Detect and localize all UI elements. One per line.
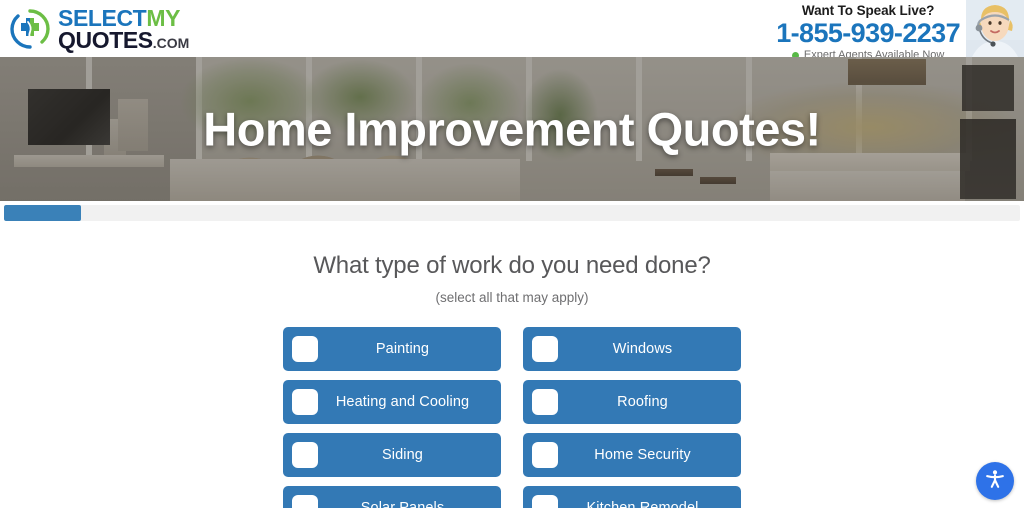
option-button[interactable]: Siding	[283, 433, 501, 477]
circular-swirl-cross-logo-icon	[8, 7, 52, 51]
options-grid: Painting Windows Heating and Cooling Roofin…	[283, 327, 741, 508]
logo-wordmark: SELECTMY QUOTES.COM	[58, 6, 189, 51]
progress-bar-wrapper	[0, 201, 1024, 221]
survey-form: What type of work do you need done? (sel…	[0, 221, 1024, 508]
option-label: Roofing	[617, 394, 668, 410]
speak-live-label: Want To Speak Live?	[801, 3, 935, 18]
logo-text-quotes: QUOTES	[58, 27, 153, 53]
accessibility-person-icon	[983, 467, 1007, 496]
phone-block: Want To Speak Live? 1-855-939-2237 Exper…	[776, 0, 966, 57]
option-label: Heating and Cooling	[335, 394, 470, 410]
option-label: Solar Panels	[360, 500, 445, 508]
option-checkbox[interactable]	[292, 495, 318, 508]
option-button[interactable]: Solar Panels	[283, 486, 501, 508]
option-label: Siding	[382, 447, 423, 463]
option-checkbox[interactable]	[292, 442, 318, 468]
landing-page: SELECTMY QUOTES.COM Want To Speak Live? …	[0, 0, 1024, 508]
header-contact-block: Want To Speak Live? 1-855-939-2237 Exper…	[776, 0, 1024, 57]
phone-number-link[interactable]: 1-855-939-2237	[776, 19, 960, 48]
option-button[interactable]: Kitchen Remodel	[523, 486, 741, 508]
logo-text-com: .COM	[152, 35, 190, 51]
option-label: Kitchen Remodel	[586, 500, 699, 508]
hero-title: Home Improvement Quotes!	[203, 102, 821, 156]
option-checkbox[interactable]	[532, 442, 558, 468]
option-label: Windows	[612, 341, 673, 357]
option-checkbox[interactable]	[532, 336, 558, 362]
option-button[interactable]: Roofing	[523, 380, 741, 424]
progress-fill	[4, 205, 82, 221]
agents-availability-text: Expert Agents Available Now	[803, 49, 945, 57]
option-label: Painting	[375, 341, 430, 357]
site-header: SELECTMY QUOTES.COM Want To Speak Live? …	[0, 0, 1024, 57]
question-subnote: (select all that may apply)	[435, 290, 589, 305]
option-button[interactable]: Home Security	[523, 433, 741, 477]
agents-availability: Expert Agents Available Now	[791, 49, 945, 57]
progress-track	[4, 205, 1020, 221]
option-button[interactable]: Painting	[283, 327, 501, 371]
accessibility-widget-button[interactable]	[976, 462, 1014, 500]
option-checkbox[interactable]	[532, 495, 558, 508]
option-checkbox[interactable]	[292, 389, 318, 415]
option-checkbox[interactable]	[292, 336, 318, 362]
agent-photo	[966, 0, 1024, 57]
option-button[interactable]: Heating and Cooling	[283, 380, 501, 424]
option-label: Home Security	[594, 447, 691, 463]
option-button[interactable]: Windows	[523, 327, 741, 371]
hero-banner: Home Improvement Quotes!	[0, 57, 1024, 201]
option-checkbox[interactable]	[532, 389, 558, 415]
site-logo[interactable]: SELECTMY QUOTES.COM	[8, 5, 189, 53]
question-title: What type of work do you need done?	[313, 252, 711, 279]
